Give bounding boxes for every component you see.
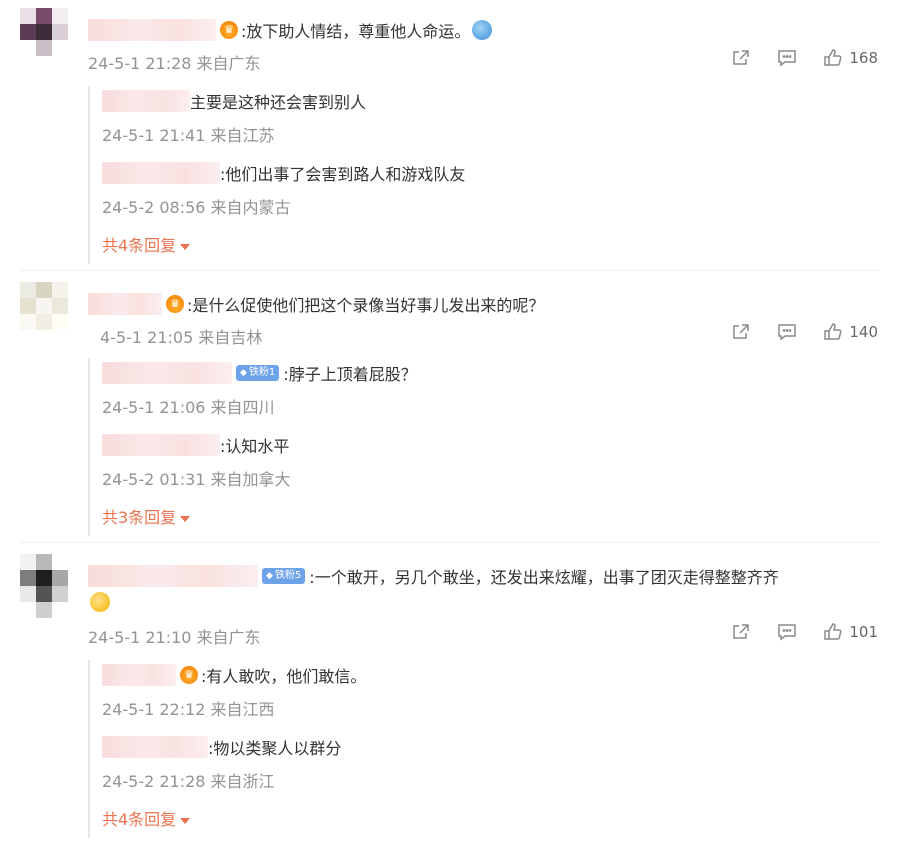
reply-list: 主要是这种还会害到别人 24-5-1 21:41 来自江苏 :他们出事了会害到路… bbox=[88, 86, 868, 264]
username-blurred[interactable] bbox=[88, 19, 216, 41]
comment-button[interactable] bbox=[777, 622, 797, 642]
reply-meta: 24-5-2 01:31 来自加拿大 bbox=[102, 470, 291, 489]
reply-list: ◆ 铁粉1 :脖子上顶着屁股？ 24-5-1 21:06 来自四川 :认知水平 2… bbox=[88, 358, 868, 536]
reply-text: 主要是这种还会害到别人 bbox=[190, 93, 367, 112]
reply-meta: 24-5-1 22:12 来自江西 bbox=[102, 700, 275, 719]
fan-badge: ◆ 铁粉5 bbox=[262, 568, 306, 584]
username-blurred[interactable] bbox=[102, 736, 208, 758]
caret-down-icon bbox=[180, 243, 191, 250]
diamond-icon: ◆ bbox=[240, 368, 247, 378]
comment-meta: 4-5-1 21:05 来自吉林 bbox=[100, 328, 263, 347]
caret-down-icon bbox=[180, 515, 191, 522]
username-blurred[interactable] bbox=[102, 664, 176, 686]
like-count: 168 bbox=[849, 49, 878, 67]
diamond-icon: ◆ bbox=[266, 571, 273, 581]
comment-actions: 140 bbox=[705, 322, 878, 342]
reply-text: :他们出事了会害到路人和游戏队友 bbox=[220, 165, 466, 184]
comment-button[interactable] bbox=[777, 322, 797, 342]
reply-meta: 24-5-2 08:56 来自内蒙古 bbox=[102, 198, 291, 217]
more-replies-label: 共4条回复 bbox=[102, 810, 177, 829]
caret-down-icon bbox=[180, 817, 191, 824]
crown-icon: ♛ bbox=[180, 666, 198, 684]
more-replies-label: 共4条回复 bbox=[102, 236, 177, 255]
reply-text: :有人敢吹，他们敢信。 bbox=[201, 667, 367, 686]
avatar[interactable] bbox=[20, 8, 68, 56]
comment-meta: 24-5-1 21:10 来自广东 bbox=[88, 628, 261, 647]
username-blurred[interactable] bbox=[88, 293, 162, 315]
reply-item: :他们出事了会害到路人和游戏队友 24-5-2 08:56 来自内蒙古 bbox=[90, 158, 868, 230]
like-icon bbox=[824, 623, 842, 640]
more-replies-label: 共3条回复 bbox=[102, 508, 177, 527]
more-replies-link[interactable]: 共3条回复 bbox=[102, 504, 191, 528]
reply-item: :认知水平 24-5-2 01:31 来自加拿大 bbox=[90, 430, 868, 502]
more-replies-link[interactable]: 共4条回复 bbox=[102, 806, 191, 830]
share-button[interactable] bbox=[731, 322, 751, 342]
like-count: 101 bbox=[849, 623, 878, 641]
reply-item: 主要是这种还会害到别人 24-5-1 21:41 来自江苏 bbox=[90, 86, 868, 158]
reply-text: :物以类聚人以群分 bbox=[208, 739, 342, 758]
reply-meta: 24-5-1 21:06 来自四川 bbox=[102, 398, 275, 417]
fan-badge-label: 铁粉1 bbox=[248, 367, 276, 378]
fan-badge: ◆ 铁粉1 bbox=[236, 365, 280, 381]
username-blurred[interactable] bbox=[102, 90, 190, 112]
emoji-icon bbox=[90, 592, 110, 612]
comment-icon bbox=[778, 324, 797, 341]
comment-icon bbox=[778, 50, 797, 67]
crown-icon: ♛ bbox=[220, 21, 238, 39]
reply-meta: 24-5-2 21:28 来自浙江 bbox=[102, 772, 275, 791]
comment-icon bbox=[778, 624, 797, 641]
username-blurred[interactable] bbox=[102, 362, 232, 384]
reply-text: :认知水平 bbox=[220, 437, 290, 456]
reply-item: ◆ 铁粉1 :脖子上顶着屁股？ 24-5-1 21:06 来自四川 bbox=[90, 358, 868, 430]
like-button[interactable]: 168 bbox=[823, 48, 878, 68]
username-blurred[interactable] bbox=[102, 162, 220, 184]
comment-text: :一个敢开，另几个敢坐，还发出来炫耀，出事了团灭走得整整齐齐 bbox=[309, 568, 779, 587]
username-blurred[interactable] bbox=[102, 434, 220, 456]
share-button[interactable] bbox=[731, 48, 751, 68]
more-replies-link[interactable]: 共4条回复 bbox=[102, 232, 191, 256]
emoji-icon bbox=[472, 20, 493, 40]
comment-text: :放下助人情结，尊重他人命运。 bbox=[241, 22, 471, 41]
like-icon bbox=[824, 49, 842, 66]
reply-text: :脖子上顶着屁股？ bbox=[283, 365, 417, 384]
like-button[interactable]: 140 bbox=[823, 322, 878, 342]
share-icon bbox=[733, 324, 750, 339]
comment-meta: 24-5-1 21:28 来自广东 bbox=[88, 54, 261, 73]
like-count: 140 bbox=[849, 323, 878, 341]
reply-item: :物以类聚人以群分 24-5-2 21:28 来自浙江 bbox=[90, 732, 868, 804]
username-blurred[interactable] bbox=[88, 565, 258, 587]
comment-text: :是什么促使他们把这个录像当好事儿发出来的呢？ bbox=[187, 296, 545, 315]
share-icon bbox=[733, 50, 750, 65]
comment-actions: 101 bbox=[705, 622, 878, 642]
fan-badge-label: 铁粉5 bbox=[274, 570, 302, 581]
like-button[interactable]: 101 bbox=[823, 622, 878, 642]
avatar[interactable] bbox=[20, 282, 68, 330]
like-icon bbox=[824, 323, 842, 340]
reply-meta: 24-5-1 21:41 来自江苏 bbox=[102, 126, 275, 145]
reply-item: ♛ :有人敢吹，他们敢信。 24-5-1 22:12 来自江西 bbox=[90, 660, 868, 732]
comment-actions: 168 bbox=[705, 48, 878, 68]
comment-button[interactable] bbox=[777, 48, 797, 68]
comment-thread-page: ♛ :放下助人情结，尊重他人命运。 24-5-1 21:28 来自广东 168 … bbox=[0, 0, 900, 853]
divider bbox=[20, 542, 880, 543]
avatar[interactable] bbox=[20, 554, 68, 618]
reply-list: ♛ :有人敢吹，他们敢信。 24-5-1 22:12 来自江西 :物以类聚人以群… bbox=[88, 660, 868, 838]
share-icon bbox=[733, 624, 750, 639]
share-button[interactable] bbox=[731, 622, 751, 642]
crown-icon: ♛ bbox=[166, 295, 184, 313]
divider bbox=[20, 270, 880, 271]
